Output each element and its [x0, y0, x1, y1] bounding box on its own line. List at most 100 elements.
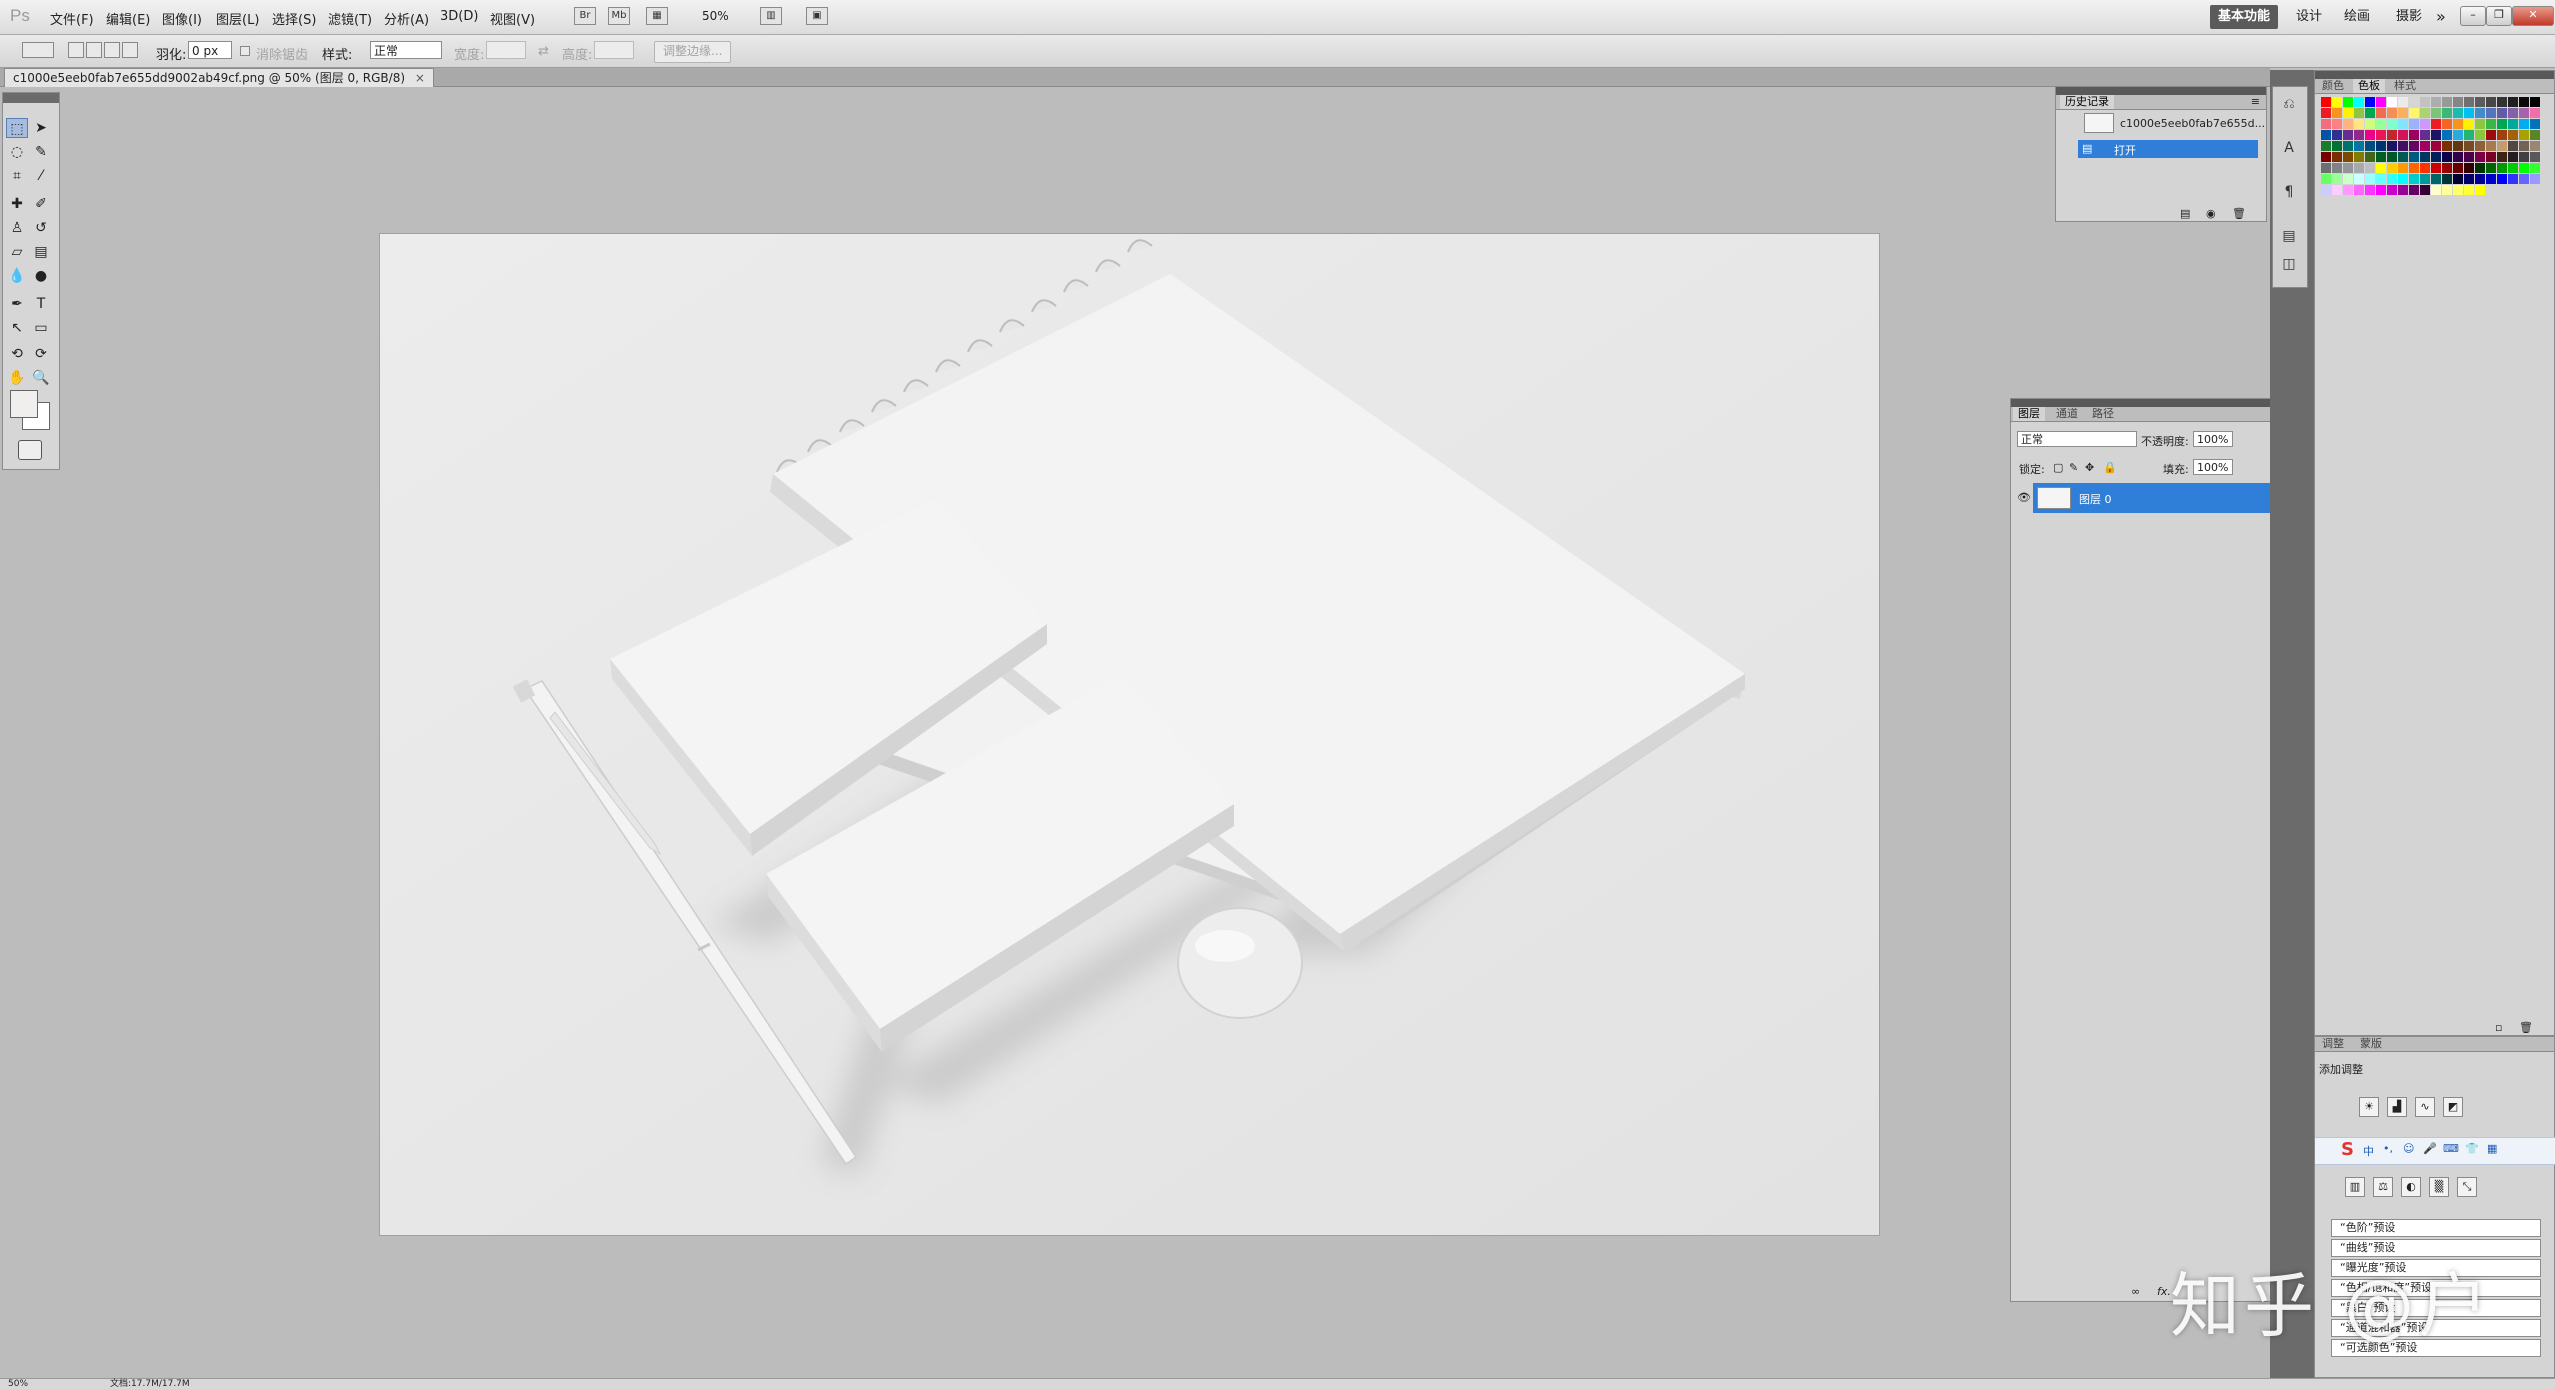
- color-swatch[interactable]: [2442, 130, 2452, 140]
- toolbox-header[interactable]: [3, 93, 59, 103]
- clone-stamp-tool-icon[interactable]: ♙: [6, 218, 28, 238]
- color-swatch[interactable]: [2321, 130, 2331, 140]
- path-select-tool-icon[interactable]: ↖: [6, 318, 28, 338]
- workspace-more-button[interactable]: »: [2428, 5, 2454, 29]
- document-canvas[interactable]: [380, 234, 1879, 1235]
- color-swatch[interactable]: [2365, 97, 2375, 107]
- tab-color[interactable]: 颜色: [2317, 79, 2349, 93]
- color-swatch[interactable]: [2332, 97, 2342, 107]
- color-swatch[interactable]: [2431, 152, 2441, 162]
- color-swatch[interactable]: [2354, 141, 2364, 151]
- color-swatch[interactable]: [2321, 163, 2331, 173]
- color-swatch[interactable]: [2530, 108, 2540, 118]
- color-swatch[interactable]: [2431, 163, 2441, 173]
- color-swatch[interactable]: [2530, 152, 2540, 162]
- color-swatch[interactable]: [2409, 141, 2419, 151]
- color-swatch[interactable]: [2431, 97, 2441, 107]
- brightness-contrast-icon[interactable]: ☀: [2359, 1097, 2379, 1117]
- style-select[interactable]: 正常: [370, 41, 442, 59]
- shape-tool-icon[interactable]: ▭: [30, 318, 52, 338]
- color-swatch[interactable]: [2420, 163, 2430, 173]
- restore-icon[interactable]: ❐: [2486, 6, 2512, 26]
- blur-tool-icon[interactable]: 💧: [6, 266, 28, 286]
- color-swatch[interactable]: [2387, 119, 2397, 129]
- color-swatch[interactable]: [2343, 119, 2353, 129]
- color-swatch[interactable]: [2354, 108, 2364, 118]
- color-swatch[interactable]: [2431, 130, 2441, 140]
- color-swatch[interactable]: [2354, 185, 2364, 195]
- color-swatch[interactable]: [2497, 130, 2507, 140]
- color-swatch[interactable]: [2354, 130, 2364, 140]
- black-white-icon[interactable]: ◐: [2401, 1177, 2421, 1197]
- subtract-selection-icon[interactable]: [104, 42, 120, 58]
- color-swatch[interactable]: [2508, 174, 2518, 184]
- menu-layer[interactable]: 图层(L): [216, 9, 259, 28]
- color-swatch[interactable]: [2354, 152, 2364, 162]
- menu-3d[interactable]: 3D(D): [440, 9, 478, 24]
- color-swatch[interactable]: [2387, 152, 2397, 162]
- color-swatch[interactable]: [2343, 108, 2353, 118]
- color-swatch[interactable]: [2420, 185, 2430, 195]
- sogou-ime-logo[interactable]: S: [2341, 1139, 2354, 1160]
- tab-layers[interactable]: 图层: [2013, 407, 2045, 421]
- color-swatch[interactable]: [2420, 130, 2430, 140]
- color-swatch[interactable]: [2431, 119, 2441, 129]
- color-swatch[interactable]: [2508, 152, 2518, 162]
- color-swatch[interactable]: [2376, 141, 2386, 151]
- foreground-color-swatch[interactable]: [10, 390, 38, 418]
- color-swatch[interactable]: [2519, 108, 2529, 118]
- lasso-tool-icon[interactable]: ◌: [6, 142, 28, 162]
- add-selection-icon[interactable]: [86, 42, 102, 58]
- color-swatch[interactable]: [2519, 141, 2529, 151]
- color-swatch[interactable]: [2409, 97, 2419, 107]
- color-swatch[interactable]: [2409, 174, 2419, 184]
- color-swatch[interactable]: [2343, 130, 2353, 140]
- color-swatch[interactable]: [2332, 163, 2342, 173]
- tab-history[interactable]: 历史记录: [2060, 95, 2114, 109]
- color-swatch[interactable]: [2519, 152, 2529, 162]
- quick-mask-icon[interactable]: [18, 440, 42, 460]
- exposure-icon[interactable]: ◩: [2443, 1097, 2463, 1117]
- minibridge-icon[interactable]: Mb: [608, 7, 630, 25]
- color-swatch[interactable]: [2530, 174, 2540, 184]
- color-swatch[interactable]: [2519, 174, 2529, 184]
- history-step-row[interactable]: ▤ 打开: [2078, 140, 2258, 158]
- color-swatch[interactable]: [2321, 108, 2331, 118]
- color-swatch[interactable]: [2453, 130, 2463, 140]
- color-swatch[interactable]: [2365, 174, 2375, 184]
- color-swatch[interactable]: [2475, 174, 2485, 184]
- color-swatch[interactable]: [2365, 119, 2375, 129]
- color-swatch[interactable]: [2530, 119, 2540, 129]
- color-swatch[interactable]: [2497, 152, 2507, 162]
- eyedropper-tool-icon[interactable]: ⁄: [30, 166, 52, 186]
- color-swatch[interactable]: [2387, 163, 2397, 173]
- lock-all-icon[interactable]: 🔒: [2103, 461, 2117, 474]
- color-swatch[interactable]: [2442, 141, 2452, 151]
- photo-filter-icon[interactable]: ▒: [2429, 1177, 2449, 1197]
- color-swatch[interactable]: [2343, 163, 2353, 173]
- color-swatch[interactable]: [2508, 141, 2518, 151]
- ime-punctuation-icon[interactable]: •,: [2383, 1142, 2393, 1155]
- arrange-documents-icon[interactable]: ▥: [760, 7, 782, 25]
- workspace-photography-button[interactable]: 摄影: [2388, 5, 2430, 29]
- workspace-essentials-button[interactable]: 基本功能: [2210, 5, 2279, 29]
- color-swatch[interactable]: [2475, 141, 2485, 151]
- color-swatch[interactable]: [2508, 108, 2518, 118]
- color-swatch[interactable]: [2398, 97, 2408, 107]
- crop-tool-icon[interactable]: ⌗: [6, 166, 28, 186]
- color-swatch[interactable]: [2365, 108, 2375, 118]
- screen-mode-icon[interactable]: ▣: [806, 7, 828, 25]
- color-swatch[interactable]: [2420, 174, 2430, 184]
- color-swatch[interactable]: [2497, 108, 2507, 118]
- color-swatch[interactable]: [2354, 119, 2364, 129]
- workspace-painting-button[interactable]: 绘画: [2336, 5, 2378, 29]
- history-brush-tool-icon[interactable]: ↺: [30, 218, 52, 238]
- color-swatch[interactable]: [2398, 174, 2408, 184]
- color-swatch[interactable]: [2497, 119, 2507, 129]
- color-swatch[interactable]: [2365, 185, 2375, 195]
- feather-input[interactable]: 0 px: [188, 41, 232, 59]
- delete-state-icon[interactable]: 🗑: [2232, 207, 2246, 220]
- color-swatch[interactable]: [2365, 141, 2375, 151]
- color-swatch[interactable]: [2332, 174, 2342, 184]
- move-tool-icon[interactable]: ➤: [30, 118, 52, 138]
